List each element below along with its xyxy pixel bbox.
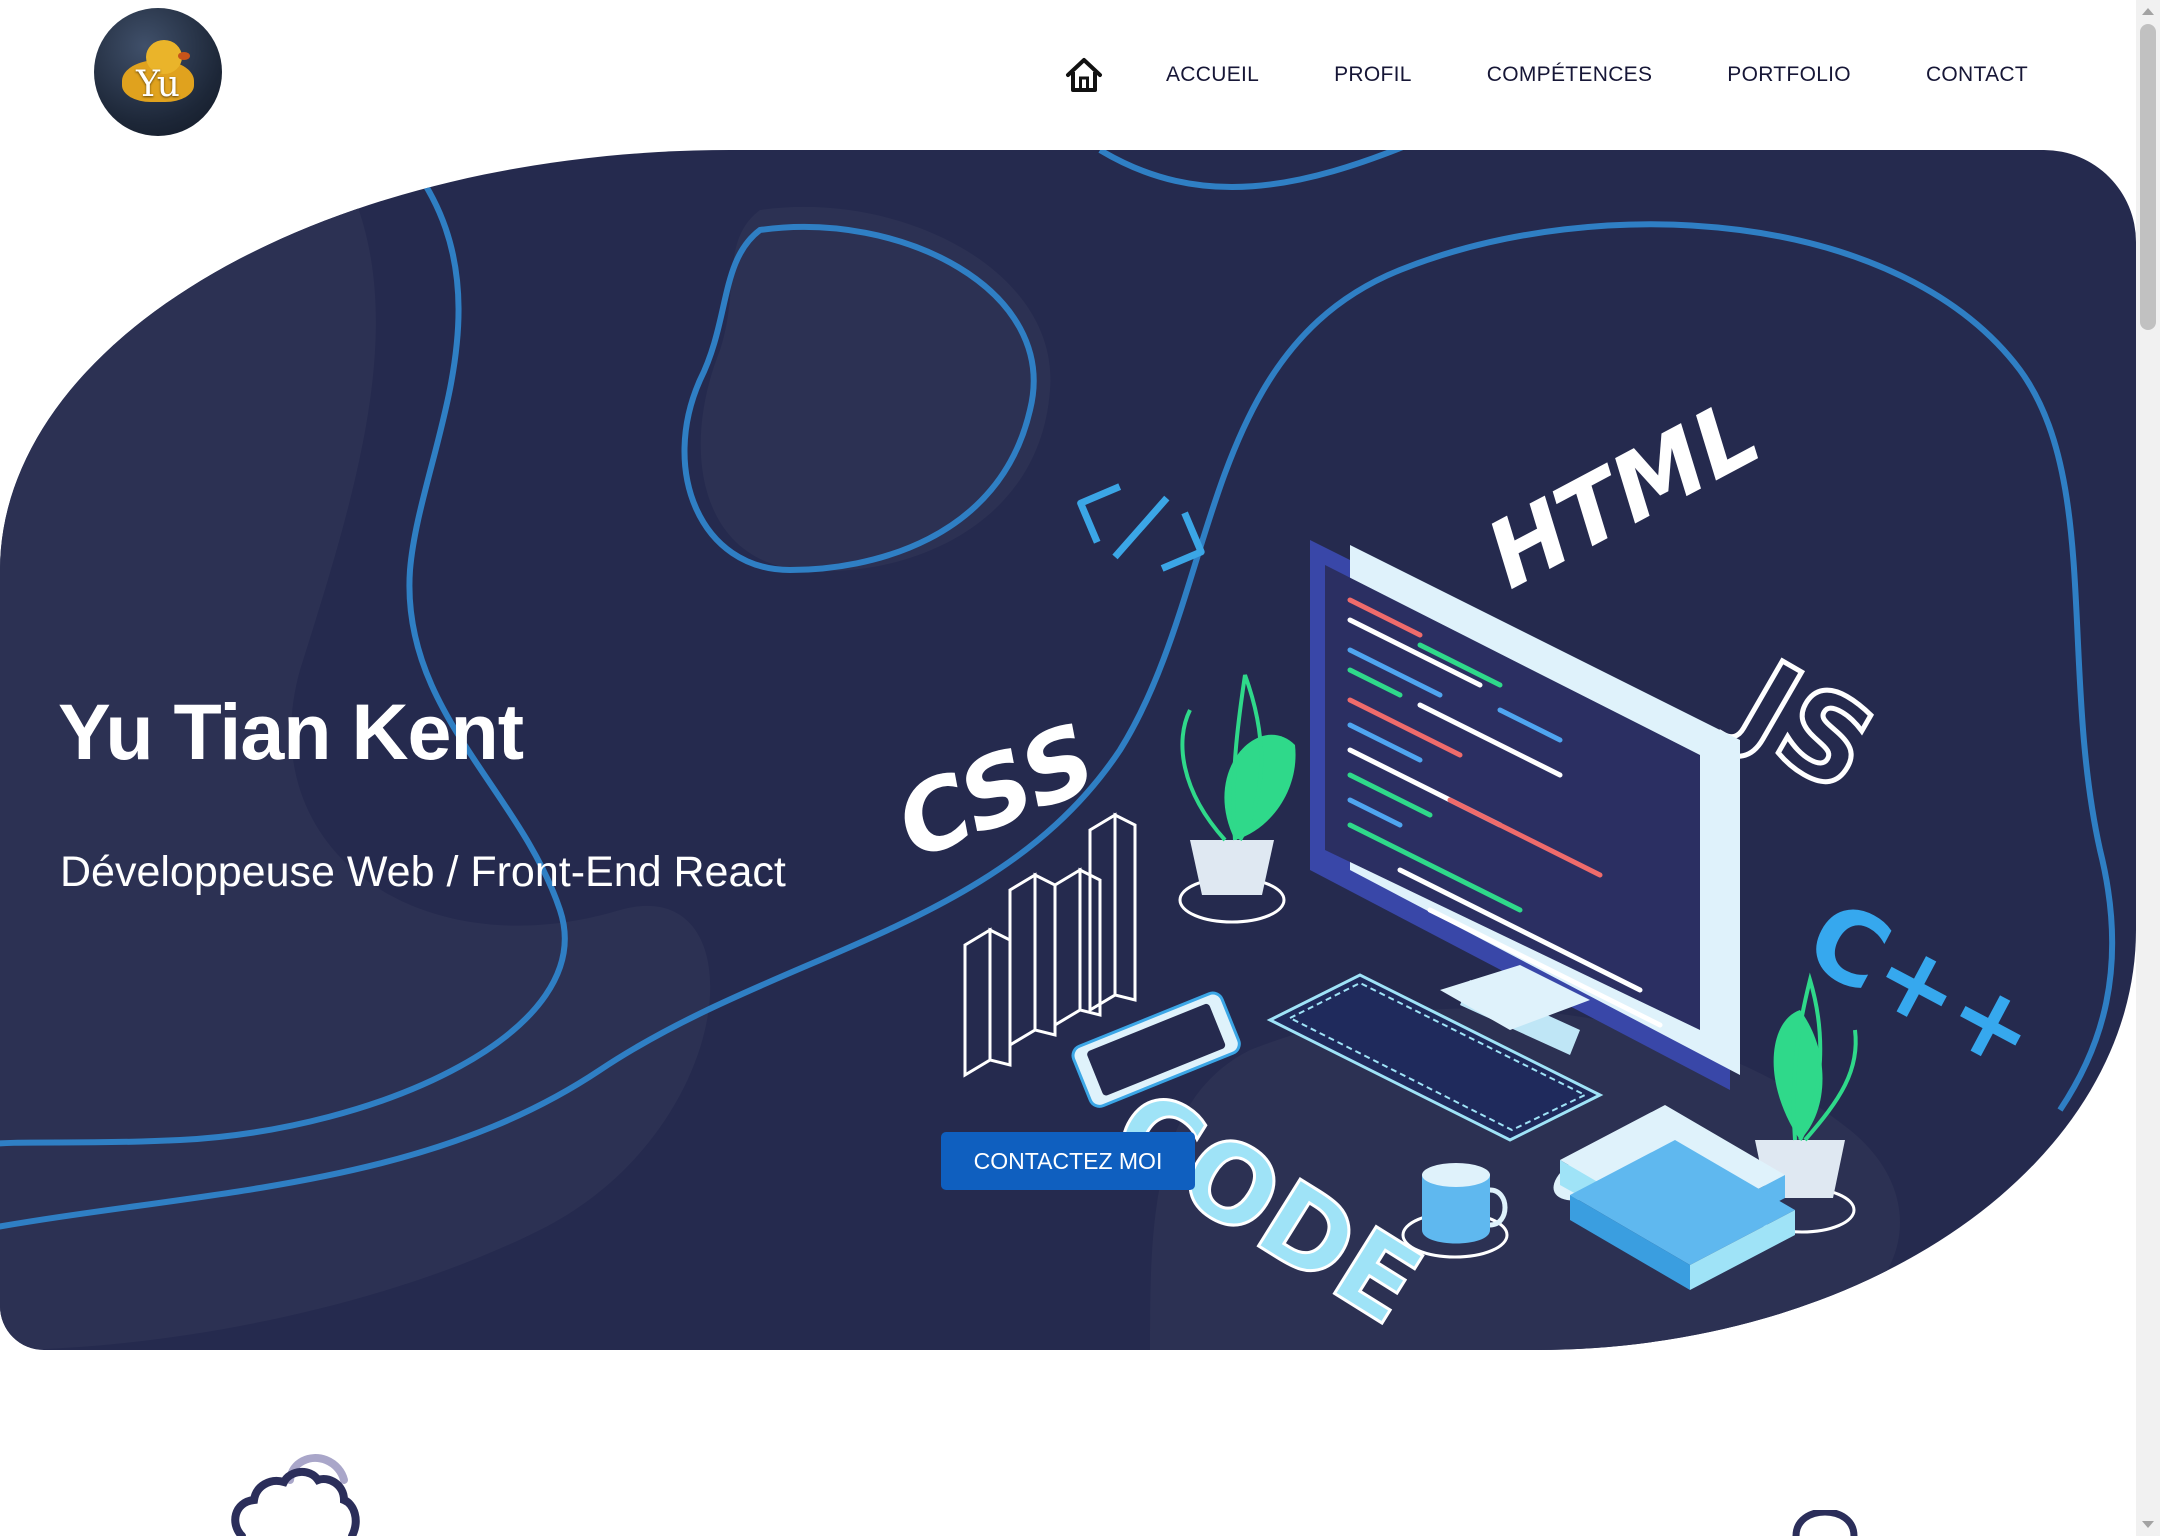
site-logo[interactable]: Yu — [94, 8, 222, 136]
cloud-icon — [231, 1454, 360, 1536]
main-nav: ACCUEIL PROFIL COMPÉTENCES PORTFOLIO CON… — [1060, 52, 2028, 98]
hero-title: Yu Tian Kent — [58, 687, 524, 776]
nav-accueil[interactable]: ACCUEIL — [1166, 63, 1259, 87]
hero-banner: HTML CSS JS C++ CODE Yu Tian Kent Dévelo… — [0, 150, 2136, 1350]
contact-me-button[interactable]: CONTACTEZ MOI — [941, 1132, 1195, 1190]
circle-icon — [1792, 1510, 1858, 1536]
svg-text:C++: C++ — [1789, 878, 2057, 1094]
svg-text:CSS: CSS — [882, 702, 1111, 881]
duck-logo-beak — [178, 52, 190, 60]
scrollbar-thumb[interactable] — [2140, 24, 2156, 330]
home-icon[interactable] — [1060, 52, 1108, 98]
nav-profil[interactable]: PROFIL — [1334, 63, 1412, 87]
nav-contact[interactable]: CONTACT — [1926, 63, 2028, 87]
nav-portfolio[interactable]: PORTFOLIO — [1727, 63, 1851, 87]
vertical-scrollbar[interactable] — [2136, 0, 2160, 1536]
nav-competences[interactable]: COMPÉTENCES — [1487, 63, 1653, 87]
svg-text:HTML: HTML — [1470, 379, 1776, 610]
logo-text: Yu — [136, 64, 180, 105]
scroll-up-arrow-icon[interactable] — [2142, 8, 2154, 15]
scroll-down-arrow-icon[interactable] — [2142, 1521, 2154, 1528]
hero-subtitle: Développeuse Web / Front-End React — [60, 848, 786, 896]
